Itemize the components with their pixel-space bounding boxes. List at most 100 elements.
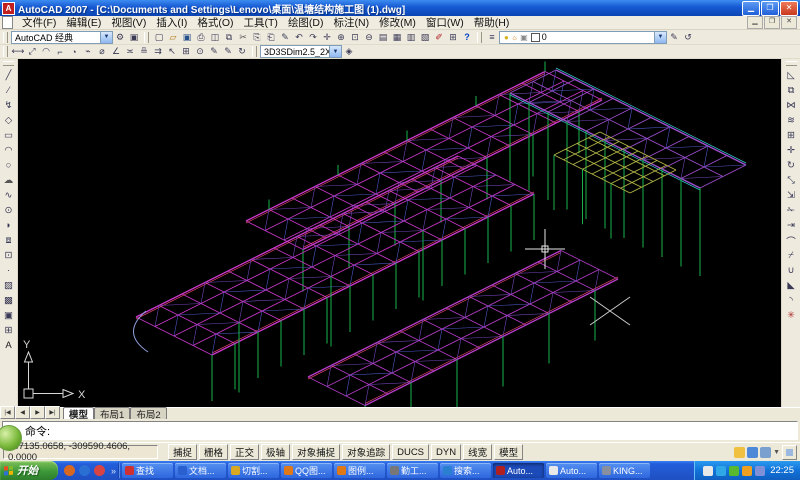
chevron-down-icon[interactable]: ▼	[654, 32, 666, 43]
zoom-window-icon[interactable]: ⊡	[348, 31, 362, 44]
toolbar-grip[interactable]	[3, 46, 8, 57]
tab-2[interactable]: 布局2	[130, 407, 166, 419]
array-icon[interactable]: ⊞	[784, 128, 799, 143]
status-toggle-8[interactable]: 线宽	[463, 444, 492, 460]
break-icon[interactable]: ⌿	[784, 248, 799, 263]
show-desktop-icon[interactable]	[64, 465, 75, 476]
coordinate-readout[interactable]: 387135.0658, -309590.4606, 0.0000	[3, 445, 158, 459]
dimstyle-combo[interactable]: 3D3SDim2.5_2X ▼	[260, 45, 342, 58]
mirror-icon[interactable]: ⋈	[784, 98, 799, 113]
plot-icon[interactable]: ⎙	[194, 31, 208, 44]
table-icon[interactable]: ⊞	[1, 323, 16, 338]
status-toggle-5[interactable]: 对象追踪	[342, 444, 390, 460]
matchprop-icon[interactable]: ✎	[278, 31, 292, 44]
menu-item-2[interactable]: 视图(V)	[106, 15, 151, 30]
chevron-down-icon[interactable]: ▼	[100, 32, 112, 43]
drawing-canvas[interactable]: Y X	[18, 59, 781, 407]
toolbar-grip[interactable]	[144, 32, 149, 43]
menu-item-5[interactable]: 工具(T)	[239, 15, 283, 30]
workspace-combo[interactable]: AutoCAD 经典 ▼	[11, 31, 113, 44]
save-icon[interactable]: ▣	[180, 31, 194, 44]
workspace-settings-icon[interactable]: ⚙	[113, 31, 127, 44]
taskbar-task-4[interactable]: 图例...	[334, 463, 385, 478]
dim-style-icon[interactable]: ◈	[342, 45, 356, 58]
publish-icon[interactable]: ⧉	[222, 31, 236, 44]
tab-1[interactable]: 布局1	[94, 407, 130, 419]
taskbar-task-7[interactable]: Auto...	[493, 463, 544, 478]
dim-arc-length-icon[interactable]: ◠	[39, 45, 53, 58]
quick-launch-chevron-icon[interactable]: »	[111, 466, 116, 476]
command-input-area[interactable]: 命令:	[2, 421, 798, 440]
explode-icon[interactable]: ✳	[784, 308, 799, 323]
revision-cloud-icon[interactable]: ☁	[1, 173, 16, 188]
copy-object-icon[interactable]: ⧉	[784, 83, 799, 98]
spline-icon[interactable]: ∿	[1, 188, 16, 203]
make-block-icon[interactable]: ⊡	[1, 248, 16, 263]
chamfer-icon[interactable]: ◣	[784, 278, 799, 293]
dim-aligned-icon[interactable]: ⤢	[25, 45, 39, 58]
dim-diameter-icon[interactable]: ⌀	[95, 45, 109, 58]
polyline-icon[interactable]: ↯	[1, 98, 16, 113]
toolbar-grip[interactable]	[3, 32, 8, 43]
status-toggle-0[interactable]: 捕捉	[168, 444, 197, 460]
my-workspace-icon[interactable]: ▣	[127, 31, 141, 44]
fillet-icon[interactable]: ◝	[784, 293, 799, 308]
status-menu-chevron-icon[interactable]: ▼	[773, 449, 780, 456]
tab-nav-prev[interactable]: ◀	[15, 406, 30, 419]
undo-icon[interactable]: ↶	[292, 31, 306, 44]
minimize-button[interactable]: ▁	[742, 1, 760, 16]
mdi-minimize-button[interactable]: ▁	[747, 16, 763, 29]
dim-jogged-icon[interactable]: ⌁	[81, 45, 95, 58]
multiline-text-icon[interactable]: A	[1, 338, 16, 353]
tray-ime-icon[interactable]	[755, 466, 765, 476]
offset-icon[interactable]: ≋	[784, 113, 799, 128]
ellipse-arc-icon[interactable]: ◗	[1, 218, 16, 233]
erase-icon[interactable]: ◺	[784, 68, 799, 83]
restore-button[interactable]: ❐	[761, 1, 779, 16]
dim-radius-icon[interactable]: ◔	[67, 45, 81, 58]
taskbar-task-8[interactable]: Auto...	[546, 463, 597, 478]
redo-icon[interactable]: ↷	[306, 31, 320, 44]
new-icon[interactable]: ▢	[152, 31, 166, 44]
designcenter-icon[interactable]: ▦	[390, 31, 404, 44]
toolpalettes-icon[interactable]: ▥	[404, 31, 418, 44]
tray-qq-icon[interactable]	[742, 466, 752, 476]
open-icon[interactable]: ▱	[166, 31, 180, 44]
internet-icon[interactable]	[79, 465, 90, 476]
paste-icon[interactable]: ⎗	[264, 31, 278, 44]
line-icon[interactable]: ╱	[1, 68, 16, 83]
taskbar-task-5[interactable]: 勤工...	[387, 463, 438, 478]
break-at-point-icon[interactable]: ⌒	[784, 233, 799, 248]
clean-screen-button[interactable]	[782, 445, 797, 460]
toolbar-lock-icon[interactable]	[734, 447, 745, 458]
gradient-icon[interactable]: ▩	[1, 293, 16, 308]
taskbar-task-0[interactable]: 查找	[122, 463, 173, 478]
layer-combo[interactable]: ● ☼ ▣ 0 ▼	[499, 31, 667, 44]
toolbar-grip[interactable]	[3, 61, 14, 66]
insert-block-icon[interactable]: ⧈	[1, 233, 16, 248]
status-toggle-4[interactable]: 对象捕捉	[292, 444, 340, 460]
taskbar-task-1[interactable]: 文档...	[175, 463, 226, 478]
tab-nav-first[interactable]: |◀	[0, 406, 15, 419]
zoom-realtime-icon[interactable]: ⊕	[334, 31, 348, 44]
tab-nav-last[interactable]: ▶|	[45, 406, 60, 419]
status-toggle-2[interactable]: 正交	[230, 444, 259, 460]
toolbar-grip[interactable]	[252, 46, 257, 57]
status-toggle-6[interactable]: DUCS	[392, 444, 429, 460]
preview-icon[interactable]: ◫	[208, 31, 222, 44]
status-update-icon[interactable]	[760, 447, 771, 458]
close-button[interactable]: ✕	[780, 1, 798, 16]
taskbar-task-9[interactable]: KING...	[599, 463, 650, 478]
layer-previous-icon[interactable]: ↺	[681, 31, 695, 44]
dim-baseline-icon[interactable]: ≞	[137, 45, 151, 58]
toolbar-grip[interactable]	[477, 32, 482, 43]
menu-item-0[interactable]: 文件(F)	[17, 15, 61, 30]
move-icon[interactable]: ✛	[784, 143, 799, 158]
taskbar-task-6[interactable]: 搜索...	[440, 463, 491, 478]
zoom-previous-icon[interactable]: ⊖	[362, 31, 376, 44]
join-icon[interactable]: ∪	[784, 263, 799, 278]
dim-tolerance-icon[interactable]: ⊞	[179, 45, 193, 58]
communication-center-icon[interactable]	[747, 447, 758, 458]
menu-item-8[interactable]: 修改(M)	[374, 15, 421, 30]
trim-icon[interactable]: ✁	[784, 203, 799, 218]
